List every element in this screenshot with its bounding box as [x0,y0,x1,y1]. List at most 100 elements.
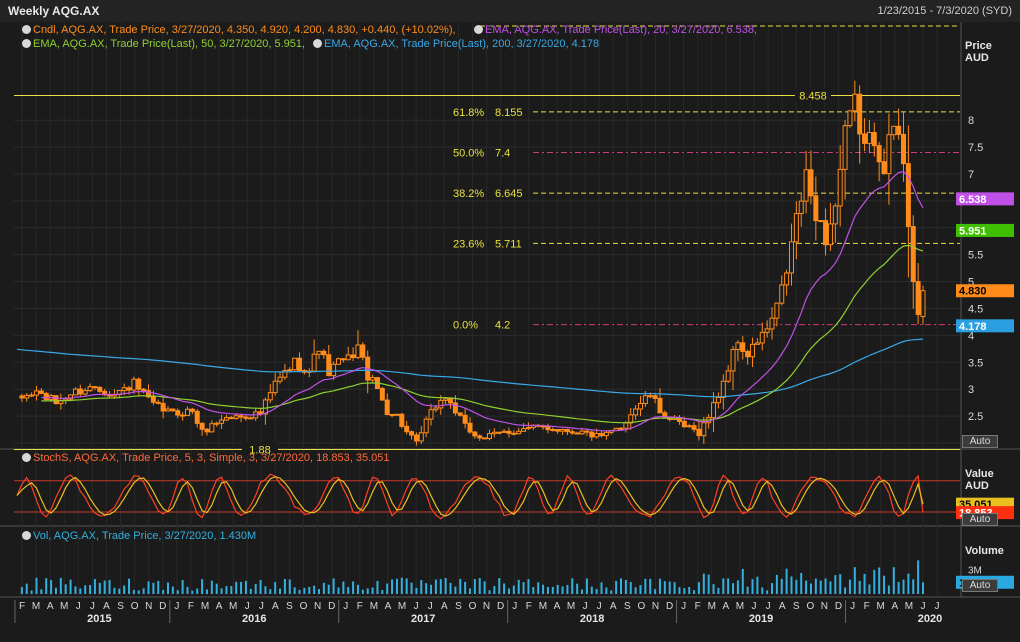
volume-bar [605,587,608,594]
candle-body [121,387,127,392]
candle-body [326,354,332,377]
candle-body [560,428,566,432]
volume-bar [571,578,574,594]
volume-bar [522,582,525,594]
candle-body [847,110,853,127]
auto-scale-button-price[interactable]: Auto [962,435,998,448]
candle-body [555,429,561,432]
volume-bar [897,581,900,594]
volume-axis-title: Volume [965,545,1004,557]
candle-body [603,431,609,437]
candle-body [516,430,522,435]
month-tick-label: A [610,601,617,612]
candle-body [901,133,907,165]
chart-canvas: 8.4581.8861.8% 8.15550.0% 7.438.2% 6.64523.… [0,22,1020,642]
month-tick-label: A [272,601,279,612]
volume-bar [103,580,106,594]
auto-scale-button-volume[interactable]: Auto [962,579,998,592]
candle-body [886,134,892,175]
volume-bar [624,579,627,594]
month-tick-label: J [752,601,757,612]
candle-body [287,369,293,372]
volume-bar [454,586,457,594]
volume-bar [785,568,788,594]
candle-body [871,132,877,147]
month-tick-label: J [343,601,348,612]
month-tick-label: M [398,601,406,612]
legend-dot-icon[interactable] [22,531,31,540]
candle-body [550,429,556,432]
volume-bar [775,574,778,594]
legend-ema50[interactable]: EMA, AQG.AX, Trade Price(Last), 50, 3/27… [22,38,305,50]
candle-body [228,417,234,420]
volume-bar [264,586,267,594]
volume-bar [313,585,316,594]
volume-bar [54,587,57,594]
legend-volume-label: Vol, AQG.AX, Trade Price, 3/27/2020, 1.4… [33,530,257,542]
month-tick-label: A [385,601,392,612]
candle-body [262,399,268,415]
volume-bar [663,581,666,594]
auto-scale-button-stoch[interactable]: Auto [962,513,998,526]
candle-body [779,284,785,304]
volume-bar [254,584,257,594]
volume-bar [712,584,715,594]
candle-body [832,205,838,225]
volume-bar [215,583,218,594]
legend-ema200[interactable]: EMA, AQG.AX, Trade Price(Last), 200, 3/2… [313,38,599,50]
volume-bar [532,587,535,594]
legend-dot-icon[interactable] [313,39,322,48]
volume-bar [736,580,739,594]
month-tick-label: D [159,601,166,612]
legend-candle[interactable]: Cndl, AQG.AX, Trade Price, 3/27/2020, 4.… [22,24,456,36]
volume-bar [819,580,822,594]
fib-level-value: 4.2 [495,320,510,332]
candle-body [360,344,366,358]
fib-level-value: 7.4 [495,147,510,159]
volume-bar [371,587,374,594]
legend-dot-icon[interactable] [22,25,31,34]
volume-bar [790,576,793,594]
volume-bar [615,580,618,594]
legend-ema20[interactable]: EMA, AQG.AX, Trade Price(Last), 20, 3/27… [474,24,757,36]
volume-bar [118,588,121,594]
month-tick-label: A [723,601,730,612]
candle-body [404,425,410,433]
volume-bar [157,580,160,594]
legend-stoch[interactable]: StochS, AQG.AX, Trade Price, 5, 3, Simpl… [22,452,390,464]
legend-dot-icon[interactable] [474,25,483,34]
volume-bar [746,586,749,594]
month-tick-label: S [286,601,293,612]
legend-volume[interactable]: Vol, AQG.AX, Trade Price, 3/27/2020, 1.4… [22,530,256,542]
candle-body [443,398,449,401]
candle-body [223,417,229,421]
volume-bar [342,581,345,594]
month-tick-label: O [469,601,477,612]
month-tick-label: M [229,601,237,612]
volume-bar [25,583,28,594]
volume-bar [30,590,33,594]
legend-dot-icon[interactable] [22,453,31,462]
month-tick-label: D [666,601,673,612]
candle-body [691,425,697,430]
candle-body [803,169,809,202]
candle-body [311,353,317,372]
volume-bar [35,577,38,594]
volume-bar [40,589,43,594]
volume-bar [337,587,340,594]
volume-bar [639,585,642,594]
fib-level-value: 8.155 [495,107,523,119]
month-tick-label: M [567,601,575,612]
candle-body [637,403,643,410]
volume-bar [132,589,135,594]
volume-bar [425,583,428,594]
month-tick-label: J [414,601,419,612]
candle-body [715,396,721,404]
volume-bar [386,583,389,594]
legend-dot-icon[interactable] [22,39,31,48]
candle-body [696,428,702,437]
candle-body [92,386,98,389]
candle-body [740,342,746,352]
candle-body [33,390,39,396]
volume-bar [887,585,890,594]
